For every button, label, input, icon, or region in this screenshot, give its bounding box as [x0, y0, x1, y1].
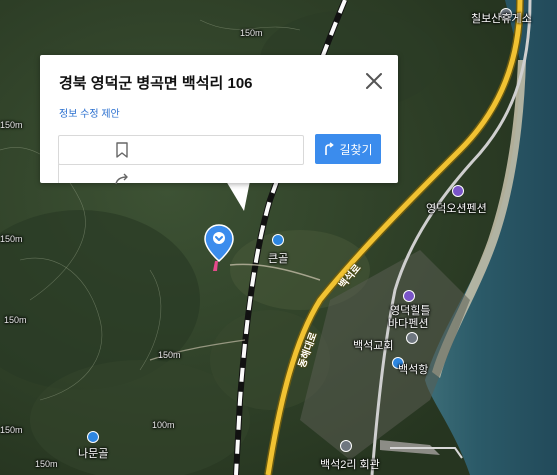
divider [58, 164, 59, 183]
place-label-hall[interactable]: 백석2리 회관 [320, 456, 380, 472]
place-label-rest-area[interactable]: 칠보산휴게소 [471, 10, 532, 26]
elevation-label: 150m [4, 315, 27, 325]
elevation-label: 100m [152, 420, 175, 430]
place-label-church[interactable]: 백석교회 [353, 337, 393, 353]
close-icon[interactable] [364, 71, 384, 91]
action-box [58, 135, 304, 165]
place-label-pension2-line2[interactable]: 바다펜션 [388, 315, 428, 331]
share-icon[interactable] [113, 172, 131, 188]
elevation-label: 150m [240, 28, 263, 38]
pension-icon[interactable] [452, 185, 464, 197]
directions-label: 길찾기 [339, 142, 373, 157]
place-popup: 경북 영덕군 병곡면 백석리 106 정보 수정 제안 길찾기 [40, 55, 398, 185]
elevation-label: 150m [158, 350, 181, 360]
elevation-label: 150m [0, 425, 23, 435]
popup-title: 경북 영덕군 병곡면 백석리 106 [59, 75, 253, 92]
elevation-label: 150m [0, 234, 23, 244]
mountain-icon[interactable] [272, 234, 284, 246]
pension-icon[interactable] [403, 290, 415, 302]
directions-button[interactable]: 길찾기 [315, 134, 381, 164]
place-label-nakmungol[interactable]: 나문골 [78, 445, 108, 461]
place-label-pension1[interactable]: 영덕오션펜션 [426, 200, 487, 216]
elevation-label: 150m [35, 459, 58, 469]
bookmark-icon[interactable] [114, 141, 130, 159]
place-label-keungol[interactable]: 큰골 [268, 250, 288, 266]
suggest-edit-link[interactable]: 정보 수정 제안 [59, 105, 120, 120]
church-icon[interactable] [406, 332, 418, 344]
location-pin-icon[interactable] [203, 223, 235, 275]
popup-tail [226, 181, 250, 211]
building-icon[interactable] [340, 440, 352, 452]
route-icon [325, 142, 335, 155]
mountain-icon[interactable] [87, 431, 99, 443]
elevation-label: 150m [0, 120, 23, 130]
place-label-port[interactable]: 백석항 [398, 361, 428, 377]
